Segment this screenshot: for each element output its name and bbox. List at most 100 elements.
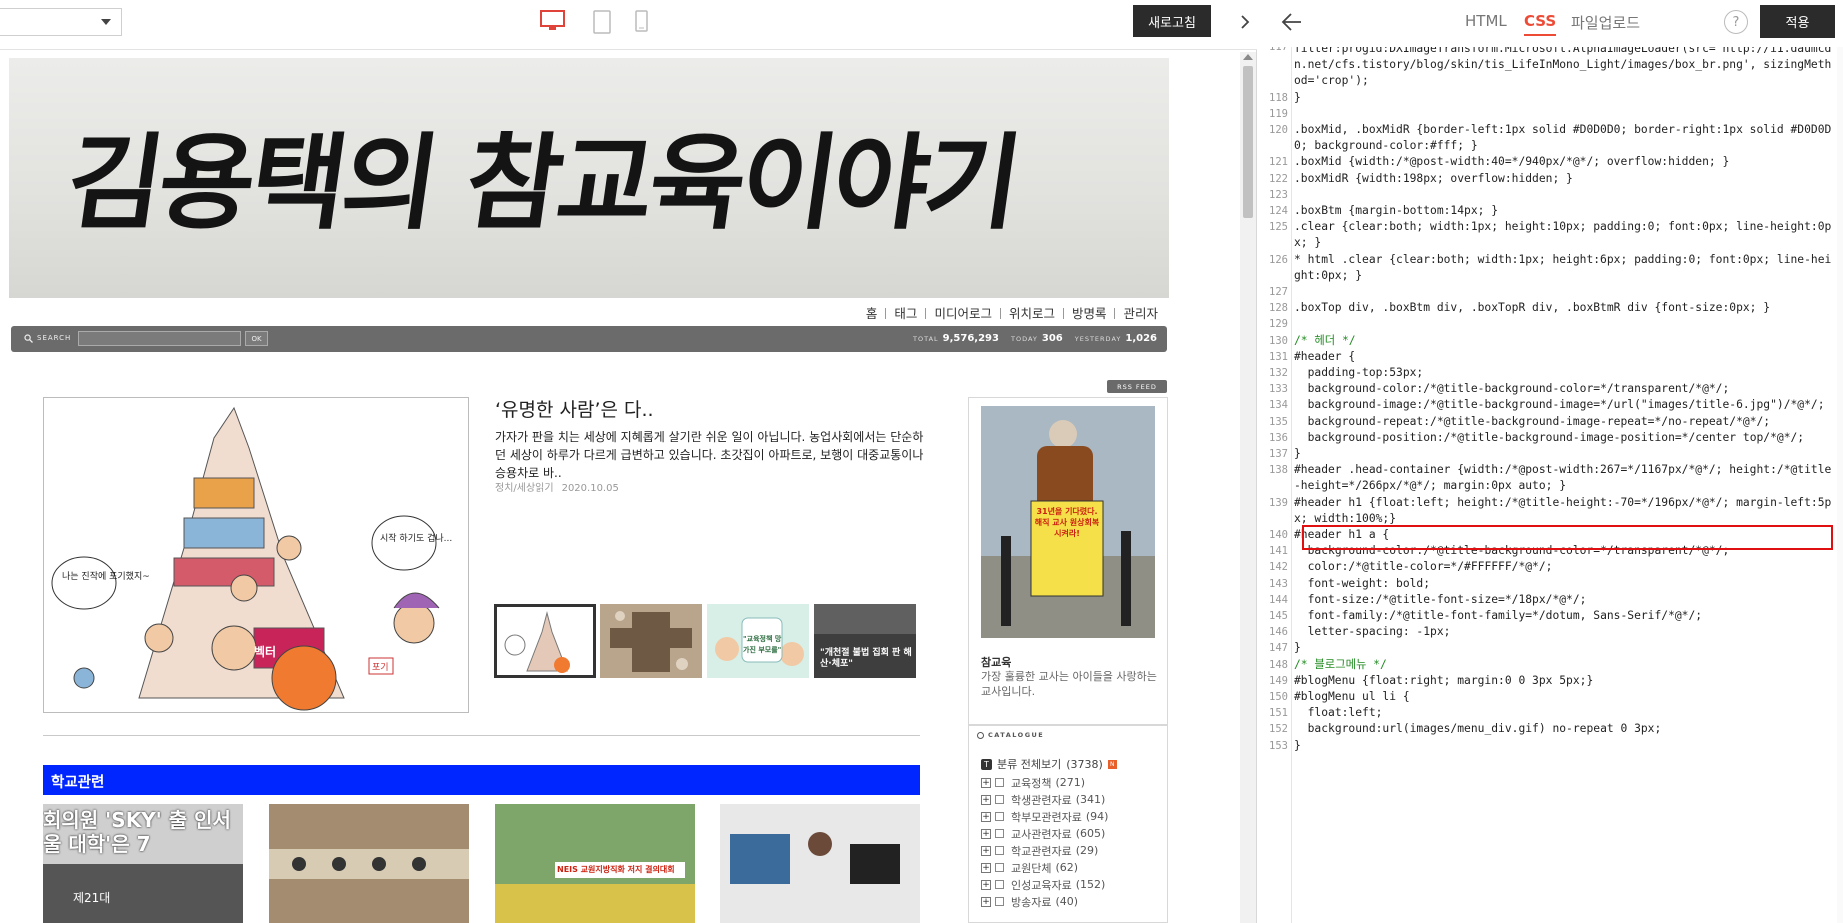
catalogue-item[interactable]: + 학교관련자료 (29) — [981, 842, 1167, 859]
collapse-pane-toggle[interactable] — [1233, 8, 1257, 36]
code-text: } — [1294, 738, 1301, 752]
css-code-editor[interactable]: 117 filter:progid:DXImageTransform.Micros… — [1258, 47, 1843, 923]
featured-post-image[interactable]: 나는 진작에 포기했지~ 시작 하기도 겁나... 벡터 포기 — [43, 397, 469, 713]
back-button[interactable] — [1280, 10, 1304, 34]
expand-icon[interactable]: + — [981, 862, 991, 873]
menu-item-home[interactable]: 홈 — [858, 307, 886, 320]
line-number: 136 — [1269, 431, 1288, 444]
thumb-3-caption: "교육정책 망가진 부모를" — [743, 635, 782, 654]
mobile-icon[interactable] — [635, 10, 648, 32]
desktop-icon[interactable] — [540, 10, 565, 31]
profile-photo[interactable]: 31년을 기다렸다. 해직 교사 원상회복 시켜라! — [981, 406, 1155, 638]
catalogue-item[interactable]: + 교원단체 (62) — [981, 859, 1167, 876]
expand-icon[interactable]: + — [981, 777, 991, 788]
line-number: 135 — [1269, 415, 1288, 428]
expand-icon[interactable]: + — [981, 828, 991, 839]
expand-icon[interactable]: + — [981, 896, 991, 907]
give-up-sign: 포기 — [372, 662, 389, 673]
category-thumbnail-1[interactable]: 회의원 'SKY' 출 인서울 대학'은 7 제21대 — [43, 804, 243, 923]
speech-bubble-left: 나는 진작에 포기했지~ — [62, 570, 150, 582]
tablet-icon[interactable] — [593, 10, 611, 34]
code-text: font-size:/*@title-font-size=*/18px/*@*/… — [1294, 592, 1587, 606]
line-number: 118 — [1269, 91, 1288, 104]
preview-scroll-thumb[interactable] — [1243, 66, 1253, 218]
catalogue-item[interactable]: + 교사관련자료 (605) — [981, 825, 1167, 842]
refresh-button[interactable]: 새로고침 — [1133, 5, 1211, 37]
code-text: #header .head-container {width:/*@post-w… — [1294, 463, 1832, 493]
editor-scrollbar[interactable] — [1837, 47, 1843, 923]
code-text: color:/*@title-color=*/#FFFFFF/*@*/; — [1294, 560, 1553, 574]
catalogue-widget: CATALOGUE T 분류 전체보기 (3738) N + 교육정책 (271) … — [968, 725, 1168, 923]
code-text: } — [1294, 447, 1301, 460]
search-ok-button[interactable]: OK — [245, 331, 268, 346]
expand-icon[interactable]: + — [981, 794, 991, 805]
rss-feed-button[interactable]: RSS FEED — [1107, 380, 1167, 393]
menu-item-medialog[interactable]: 미디어로그 — [925, 307, 1000, 319]
visitor-stats: TOTAL 9,576,293 TODAY 306 YESTERDAY 1,026 — [913, 333, 1157, 344]
menu-item-tag[interactable]: 태그 — [885, 307, 925, 319]
category-thumbnail-2[interactable] — [269, 804, 469, 923]
preview-scrollbar[interactable] — [1240, 52, 1256, 923]
code-text: * html .clear {clear:both; width:1px; he… — [1294, 252, 1832, 282]
folder-icon — [995, 795, 1004, 804]
line-number: 145 — [1269, 610, 1288, 622]
search-input[interactable] — [78, 331, 241, 346]
category-thumbnail-3[interactable]: NEIS 교원지방직화 저지 결의대회 — [495, 804, 695, 923]
catalogue-item[interactable]: + 인성교육자료 (152) — [981, 876, 1167, 893]
featured-post-excerpt[interactable]: 가자가 판을 치는 세상에 지혜롭게 살기란 쉬운 일이 아닙니다. 농업사회에… — [495, 428, 925, 482]
preview-toolbar: 새로고침 — [0, 0, 1257, 50]
expand-icon[interactable]: + — [981, 879, 991, 890]
thumbnail-image — [269, 804, 469, 923]
category-thumbnail-4[interactable] — [720, 804, 920, 923]
code-text: .boxTop div, .boxBtm div, .boxTopR div, … — [1294, 301, 1771, 315]
preview-pane: 새로고침 김용택의 참교육이야기 홈 태그 미디어로그 위치로그 방명록 관리자… — [0, 0, 1257, 923]
expand-icon[interactable]: + — [981, 845, 991, 856]
line-number: 127 — [1269, 286, 1288, 298]
highlight-annotation-box — [1302, 525, 1833, 550]
scroll-up-icon[interactable] — [1243, 54, 1253, 60]
featured-post-title[interactable]: ‘유명한 사람’은 다.. — [495, 395, 654, 422]
protest-sign-text: 31년을 기다렸다. 해직 교사 원상회복 시켜라! — [1034, 507, 1100, 538]
catalogue-item[interactable]: + 학생관련자료 (341) — [981, 791, 1167, 808]
code-text: /* 블로그메뉴 */ — [1294, 657, 1387, 671]
catalogue-all-link[interactable]: T 분류 전체보기 (3738) N — [981, 756, 1117, 772]
blog-title[interactable]: 김용택의 참교육이야기 — [58, 98, 1028, 249]
post-thumbnail-1[interactable] — [494, 604, 596, 678]
menu-item-locationlog[interactable]: 위치로그 — [999, 307, 1063, 319]
expand-icon[interactable]: + — [981, 811, 991, 822]
apply-button[interactable]: 적용 — [1760, 5, 1835, 38]
code-text: .boxMid {width:/*@post-width:40=*/940px/… — [1294, 155, 1730, 169]
line-number: 142 — [1269, 561, 1288, 574]
blog-menu: 홈 태그 미디어로그 위치로그 방명록 관리자 — [820, 303, 1166, 323]
catalogue-list: + 교육정책 (271) + 학생관련자료 (341) + 학부모관련자료 (94) + 교사… — [981, 774, 1167, 910]
catalogue-item[interactable]: + 학부모관련자료 (94) — [981, 808, 1167, 825]
tab-file-upload[interactable]: 파일업로드 — [1571, 12, 1640, 33]
line-number: 144 — [1269, 593, 1288, 606]
line-number: 128 — [1269, 302, 1288, 315]
code-text: background:url(images/menu_div.gif) no-r… — [1294, 722, 1662, 736]
search-bar: SEARCH OK TOTAL 9,576,293 TODAY 306 YESTER… — [11, 326, 1167, 352]
catalogue-item[interactable]: + 교육정책 (271) — [981, 774, 1167, 791]
vector-label: 벡터 — [254, 644, 276, 659]
catalogue-item[interactable]: + 방송자료 (40) — [981, 893, 1167, 910]
menu-item-guestbook[interactable]: 방명록 — [1062, 307, 1115, 319]
menu-item-admin[interactable]: 관리자 — [1114, 307, 1166, 319]
tab-html[interactable]: HTML — [1465, 12, 1507, 30]
line-number: 146 — [1269, 626, 1288, 639]
folder-icon — [995, 812, 1004, 821]
code-text: font-weight: bold; — [1294, 576, 1431, 590]
category-section-title[interactable]: 학교관련 — [51, 771, 104, 792]
tab-css[interactable]: CSS — [1524, 12, 1557, 36]
help-button[interactable]: ? — [1724, 10, 1748, 34]
skin-select[interactable] — [0, 8, 122, 36]
featured-post-category[interactable]: 정치/세상읽기 — [495, 483, 554, 494]
circle-icon — [977, 731, 984, 739]
line-number: 137 — [1269, 448, 1288, 460]
chevron-right-icon — [1241, 15, 1250, 29]
featured-post-meta: 정치/세상읽기 2020.10.05 — [495, 479, 619, 494]
line-number: 140 — [1269, 529, 1288, 541]
post-thumbnail-2[interactable] — [600, 604, 702, 678]
post-thumbnail-4[interactable]: "개천절 불법 집회 판 해산·체포" — [814, 604, 916, 678]
profile-widget: 31년을 기다렸다. 해직 교사 원상회복 시켜라! 참교육 가장 훌륭한 교사… — [968, 397, 1168, 725]
post-thumbnail-3[interactable]: "교육정책 망가진 부모를" — [707, 604, 809, 678]
